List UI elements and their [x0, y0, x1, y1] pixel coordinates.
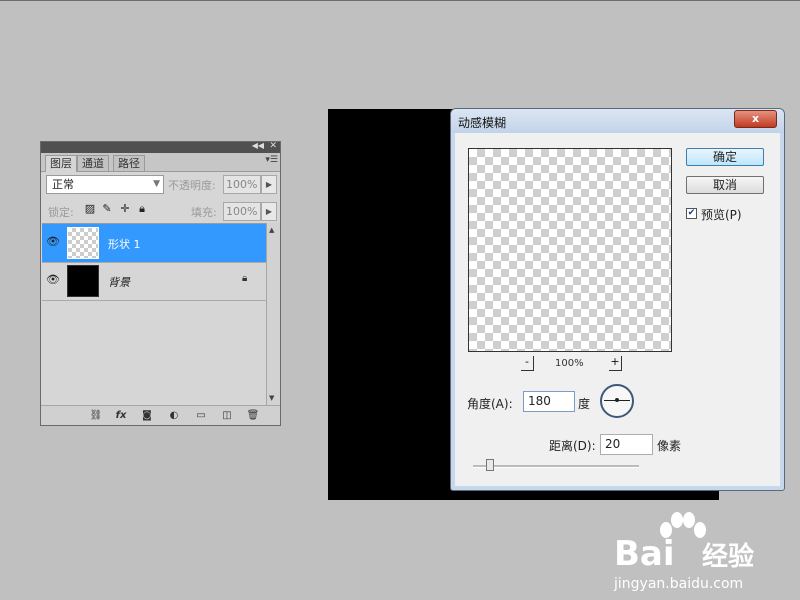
- watermark-brand-2: 经验: [702, 542, 755, 572]
- layer-row-background[interactable]: 👁︎ 背景 🔒︎: [42, 262, 266, 301]
- dialog-titlebar[interactable]: 动感模糊 x: [451, 109, 784, 133]
- filter-preview[interactable]: [468, 148, 672, 352]
- lock-paint-brush-icon[interactable]: ✎: [101, 203, 113, 215]
- close-button[interactable]: x: [734, 110, 777, 128]
- tab-layers[interactable]: 图层: [45, 155, 77, 172]
- angle-unit: 度: [578, 397, 591, 411]
- blend-row: 正常 ▼ 不透明度: 100% ▶: [46, 175, 277, 195]
- group-folder-icon[interactable]: ▭: [194, 409, 208, 422]
- angle-label: 角度(A):: [467, 397, 513, 411]
- tab-paths[interactable]: 路径: [113, 155, 145, 171]
- cancel-button[interactable]: 取消: [686, 176, 764, 194]
- panel-footer: ⛓ fx ◙ ◐ ▭ ◫ 🗑︎: [41, 405, 280, 425]
- link-icon[interactable]: ⛓: [87, 409, 105, 422]
- distance-slider-thumb[interactable]: [485, 459, 494, 471]
- lock-label: 锁定:: [48, 206, 74, 219]
- panel-menu-icon[interactable]: ▾☰: [265, 155, 278, 165]
- zoom-value: 100%: [555, 358, 584, 369]
- panel-tabs: 图层 通道 路径 ▾☰: [41, 153, 280, 172]
- window-top-edge: [0, 0, 800, 1]
- watermark-brand: Bai: [614, 534, 675, 574]
- layer-list-scrollbar[interactable]: ▲ ▼: [266, 223, 280, 405]
- distance-unit: 像素: [657, 439, 682, 453]
- angle-dial[interactable]: [600, 384, 634, 418]
- watermark-url: jingyan.baidu.com: [614, 576, 744, 592]
- layer-lock-icon: 🔒︎: [242, 273, 248, 284]
- blend-mode-value: 正常: [52, 178, 74, 191]
- close-icon[interactable]: ✕: [269, 140, 277, 152]
- scroll-down-icon[interactable]: ▼: [269, 394, 274, 402]
- fill-label: 填充:: [191, 206, 217, 219]
- tab-channels[interactable]: 通道: [77, 155, 109, 171]
- distance-input[interactable]: 20: [600, 434, 653, 455]
- baidu-jingyan-watermark: Bai 经验 jingyan.baidu.com: [600, 512, 800, 600]
- lock-all-icon[interactable]: 🔒︎: [136, 203, 148, 215]
- layer-thumbnail: [67, 227, 99, 259]
- dialog-title: 动感模糊: [458, 116, 507, 130]
- angle-input[interactable]: 180: [523, 391, 575, 412]
- new-layer-icon[interactable]: ◫: [220, 409, 234, 422]
- eye-icon[interactable]: 👁︎: [46, 274, 60, 286]
- opacity-input[interactable]: 100%: [223, 175, 261, 194]
- adjustment-icon[interactable]: ◐: [167, 409, 181, 422]
- opacity-label: 不透明度:: [168, 179, 216, 192]
- layer-name: 形状 1: [108, 238, 141, 251]
- eye-icon[interactable]: 👁︎: [46, 236, 60, 248]
- layer-thumbnail: [67, 265, 99, 297]
- dialog-body: - 100% + 确定 取消 ✔ 预览(P) 角度(A): 180 度 距离(D…: [457, 134, 778, 483]
- angle-dial-center: [615, 398, 619, 402]
- trash-icon[interactable]: 🗑︎: [246, 409, 260, 422]
- zoom-in-button[interactable]: +: [609, 356, 622, 371]
- lock-position-move-icon[interactable]: ✛: [119, 203, 131, 215]
- blend-mode-select[interactable]: 正常 ▼: [46, 175, 164, 194]
- fx-icon[interactable]: fx: [113, 409, 129, 422]
- distance-slider-track[interactable]: [473, 465, 639, 468]
- fill-slider-toggle[interactable]: ▶: [261, 202, 277, 221]
- layer-row-shape-1[interactable]: 👁︎ 形状 1: [42, 224, 266, 263]
- panel-titlebar[interactable]: ◀◀ ✕: [41, 140, 280, 153]
- distance-label: 距离(D):: [549, 439, 596, 453]
- lock-transparency-icon[interactable]: ▨: [84, 203, 96, 215]
- preview-label: 预览(P): [701, 208, 742, 222]
- chevron-down-icon: ▼: [153, 179, 160, 189]
- lock-row: 锁定: ▨ ✎ ✛ 🔒︎ 填充: 100% ▶: [46, 202, 277, 222]
- layers-panel: ◀◀ ✕ 图层 通道 路径 ▾☰ 正常 ▼ 不透明度: 100% ▶ 锁定: ▨…: [40, 141, 281, 426]
- motion-blur-dialog: 动感模糊 x - 100% + 确定 取消 ✔ 预览(P) 角度(A): 180…: [450, 108, 785, 491]
- ok-button[interactable]: 确定: [686, 148, 764, 166]
- opacity-slider-toggle[interactable]: ▶: [261, 175, 277, 194]
- scroll-up-icon[interactable]: ▲: [269, 226, 274, 234]
- fill-input[interactable]: 100%: [223, 202, 261, 221]
- zoom-out-button[interactable]: -: [521, 356, 534, 371]
- layer-name: 背景: [108, 276, 130, 289]
- layer-list: 👁︎ 形状 1 👁︎ 背景 🔒︎: [42, 223, 266, 406]
- preview-checkbox[interactable]: ✔: [686, 208, 697, 219]
- mask-icon[interactable]: ◙: [140, 409, 154, 422]
- collapse-icon[interactable]: ◀◀: [252, 140, 264, 152]
